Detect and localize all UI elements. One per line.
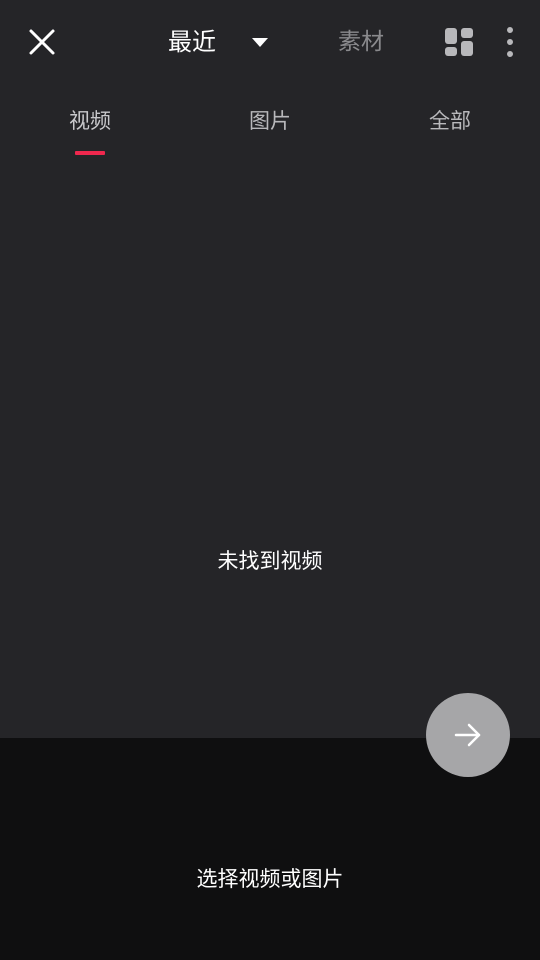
- close-button[interactable]: [22, 22, 62, 62]
- caret-down-icon: [252, 37, 268, 47]
- grid-layout-icon: [445, 28, 473, 56]
- album-label: 最近: [168, 28, 216, 56]
- media-picker-screen: 最近 素材 视频 图片 全部 未找到视频 选择视频或图片: [0, 0, 540, 960]
- top-bar: 最近 素材: [0, 0, 540, 84]
- active-tab-indicator: [75, 151, 105, 155]
- selection-hint: 选择视频或图片: [196, 867, 344, 891]
- layout-button[interactable]: [444, 27, 474, 57]
- more-vertical-icon: [507, 27, 513, 57]
- more-button[interactable]: [500, 26, 520, 58]
- tab-image[interactable]: 图片: [180, 96, 360, 146]
- tab-all[interactable]: 全部: [360, 96, 540, 146]
- next-button[interactable]: [426, 693, 510, 777]
- arrow-right-icon: [454, 723, 481, 747]
- close-icon: [29, 29, 55, 55]
- album-dropdown[interactable]: 最近: [168, 24, 268, 60]
- tab-video[interactable]: 视频: [0, 96, 180, 146]
- empty-state-message: 未找到视频: [217, 549, 323, 573]
- material-button[interactable]: 素材: [338, 24, 384, 60]
